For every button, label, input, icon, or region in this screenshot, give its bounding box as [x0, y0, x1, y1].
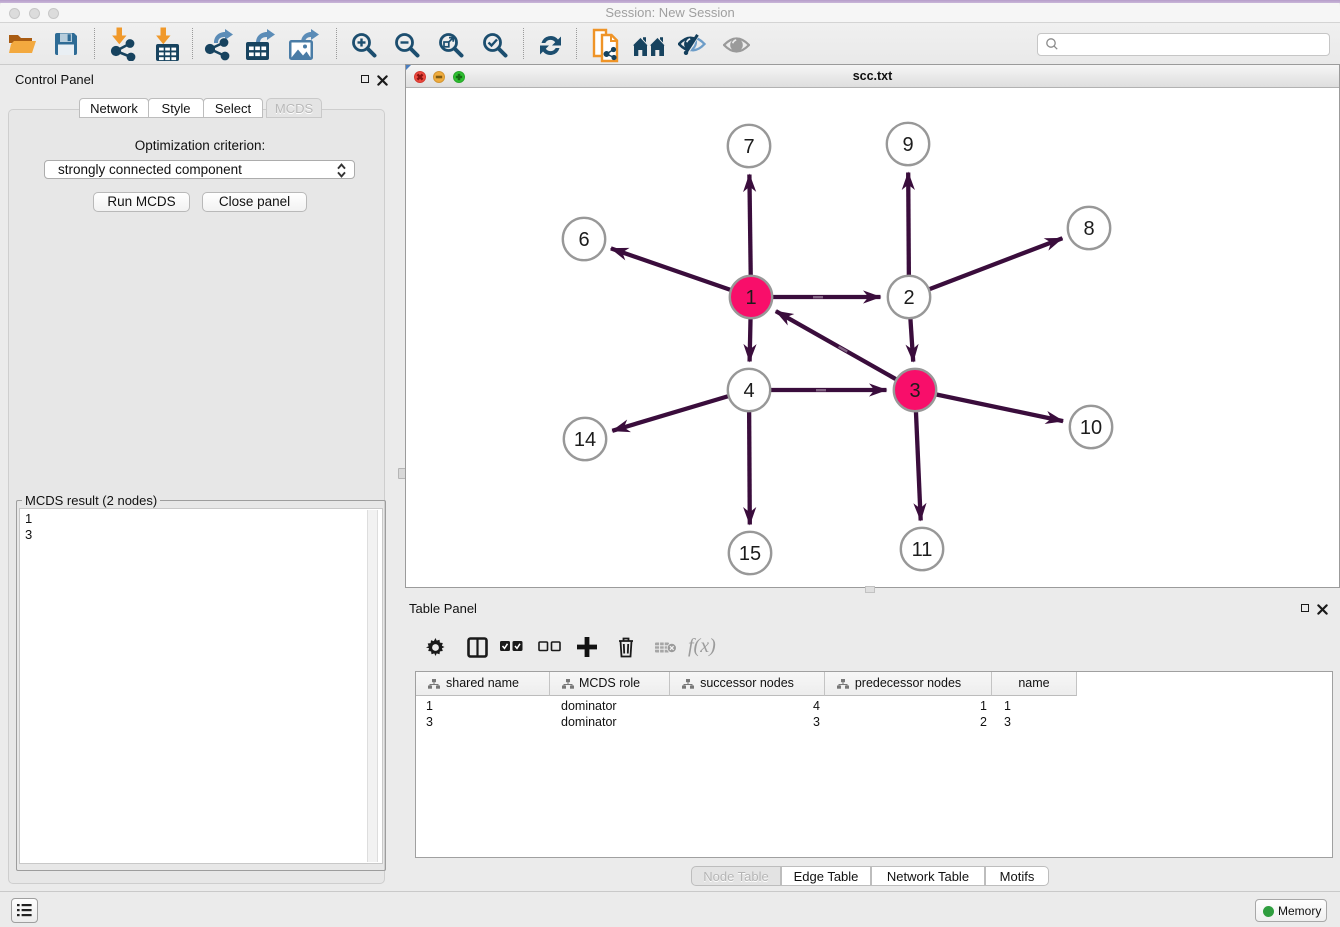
svg-text:1: 1: [745, 287, 756, 309]
svg-text:10: 10: [1080, 417, 1102, 439]
svg-text:3: 3: [909, 380, 920, 402]
svg-text:8: 8: [1083, 218, 1094, 240]
svg-text:6: 6: [578, 229, 589, 251]
svg-text:14: 14: [574, 429, 596, 451]
svg-text:9: 9: [902, 134, 913, 156]
svg-text:11: 11: [912, 539, 933, 561]
svg-text:4: 4: [743, 380, 754, 402]
svg-text:7: 7: [743, 136, 754, 158]
svg-text:2: 2: [903, 287, 914, 309]
svg-text:15: 15: [739, 543, 761, 565]
